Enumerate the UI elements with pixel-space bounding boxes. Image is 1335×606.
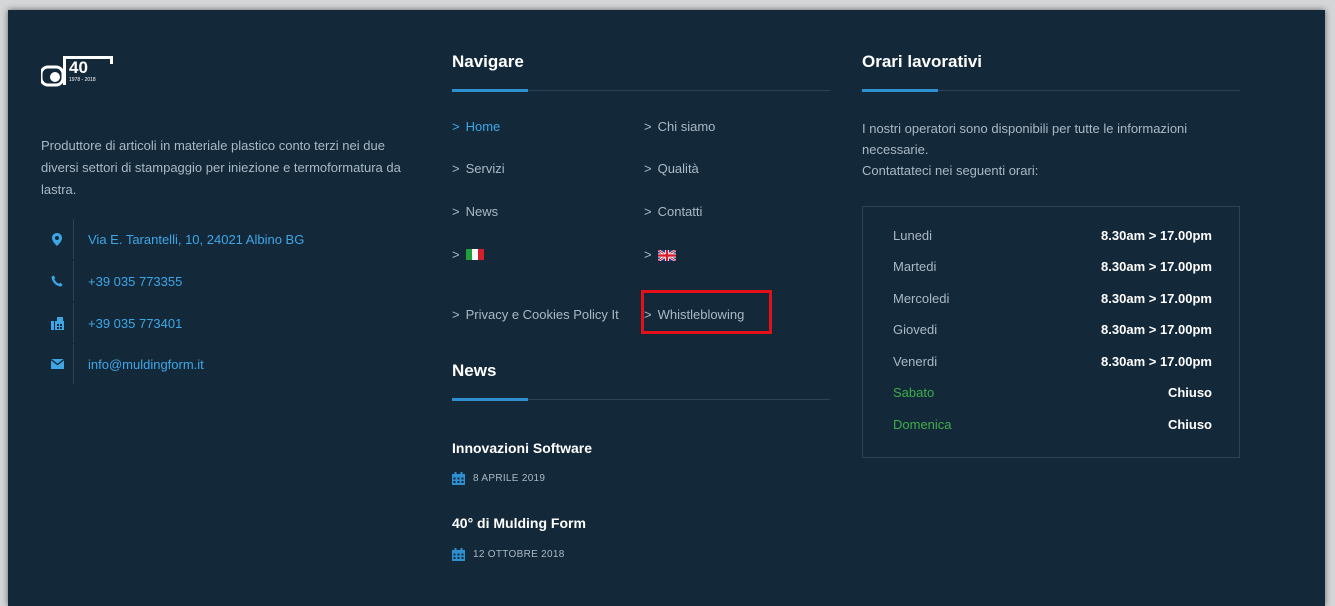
- nav-link-contatti[interactable]: > Contatti: [644, 204, 702, 219]
- contact-fax-text: +39 035 773401: [88, 315, 183, 331]
- contact-email[interactable]: info@muldingform.it: [41, 344, 204, 384]
- nav-link-qualita[interactable]: > Qualità: [644, 161, 699, 176]
- italy-flag-icon: [465, 249, 484, 260]
- news-item-date: 12 OTTOBRE 2018: [452, 548, 565, 561]
- contact-email-text: info@muldingform.it: [88, 356, 204, 372]
- company-description: Produttore di articoli in materiale plas…: [41, 138, 401, 197]
- nav-link-english[interactable]: >: [644, 247, 677, 263]
- hours-row: Venerdi 8.30am > 17.00pm: [893, 354, 1212, 369]
- hours-row: Giovedi 8.30am > 17.00pm: [893, 322, 1212, 337]
- footer: 40 1978 - 2018 Produttore di articoli in…: [8, 10, 1325, 606]
- whistleblowing-highlight: [641, 290, 772, 334]
- nav-heading-accent: [452, 89, 528, 92]
- nav-link-chi-siamo[interactable]: > Chi siamo: [644, 119, 715, 134]
- hours-row-weekend: Sabato Chiuso: [893, 385, 1212, 400]
- nav-link-servizi[interactable]: > Servizi: [452, 161, 505, 176]
- hours-row-weekend: Domenica Chiuso: [893, 417, 1212, 432]
- calendar-icon: [452, 472, 465, 485]
- news-item-date: 8 APRILE 2019: [452, 472, 545, 485]
- contact-address-text: Via E. Tarantelli, 10, 24021 Albino BG: [88, 231, 305, 247]
- company-logo[interactable]: 40 1978 - 2018: [39, 50, 121, 90]
- phone-icon: [41, 261, 74, 301]
- fax-icon: [41, 303, 74, 343]
- nav-heading: Navigare: [452, 52, 524, 71]
- logo-number: 40: [69, 58, 88, 77]
- news-item-title[interactable]: Innovazioni Software: [452, 440, 592, 456]
- news-heading-accent: [452, 398, 528, 401]
- contact-address[interactable]: Via E. Tarantelli, 10, 24021 Albino BG: [41, 219, 304, 259]
- nav-link-privacy[interactable]: > Privacy e Cookies Policy It: [452, 307, 619, 322]
- hours-row: Martedi 8.30am > 17.00pm: [893, 259, 1212, 274]
- hours-heading-accent: [862, 89, 938, 92]
- hours-row: Mercoledi 8.30am > 17.00pm: [893, 291, 1212, 306]
- hours-heading: Orari lavorativi: [862, 52, 983, 71]
- nav-link-home[interactable]: > Home: [452, 119, 500, 134]
- uk-flag-icon: [656, 248, 677, 263]
- logo-years: 1978 - 2018: [69, 77, 96, 83]
- envelope-icon: [41, 344, 74, 384]
- hours-intro: I nostri operatori sono disponibili per …: [862, 121, 1188, 178]
- contact-phone[interactable]: +39 035 773355: [41, 261, 182, 301]
- news-heading: News: [452, 361, 497, 380]
- calendar-icon: [452, 548, 465, 561]
- contact-phone-text: +39 035 773355: [88, 273, 183, 289]
- hours-table: Lunedi 8.30am > 17.00pm Martedi 8.30am >…: [862, 206, 1240, 458]
- map-pin-icon: [41, 219, 74, 259]
- news-item-title[interactable]: 40° di Mulding Form: [452, 515, 586, 531]
- contact-fax[interactable]: +39 035 773401: [41, 303, 182, 343]
- hours-row: Lunedi 8.30am > 17.00pm: [893, 228, 1212, 243]
- nav-link-news[interactable]: > News: [452, 204, 498, 219]
- nav-link-italian[interactable]: >: [452, 247, 484, 262]
